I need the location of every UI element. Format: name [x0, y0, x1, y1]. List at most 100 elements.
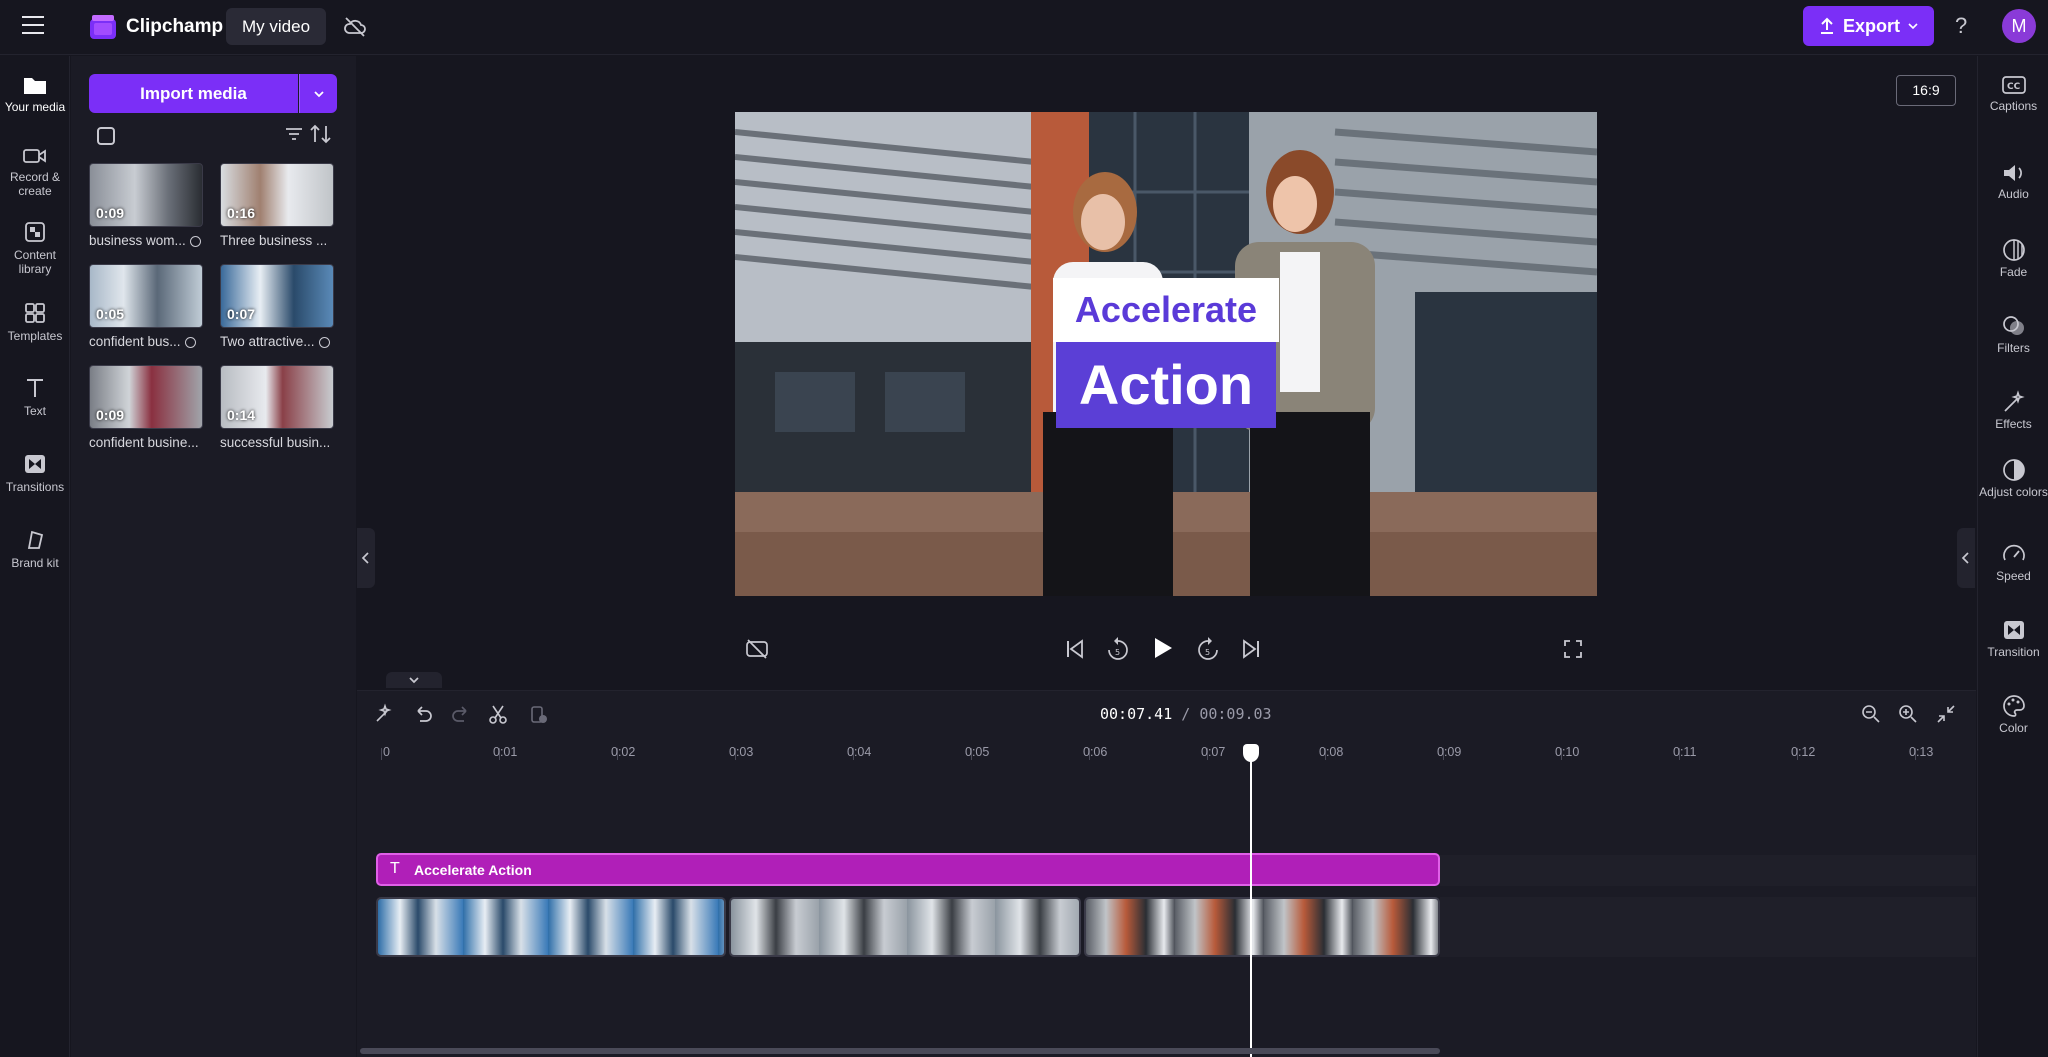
fade-icon [2002, 239, 2025, 261]
media-item-label: Two attractive... [220, 334, 340, 349]
duration-label: 0:09 [96, 407, 125, 423]
fit-timeline-icon[interactable] [1935, 703, 1957, 725]
left-sidebar: Your media Record & create Content libra… [0, 56, 70, 1057]
sidebar-item-label: Brand kit [11, 556, 59, 570]
speaker-icon [2003, 165, 2022, 181]
playhead[interactable] [1250, 748, 1252, 1057]
skip-to-end-icon[interactable] [1240, 638, 1262, 660]
sidebar-item-speed[interactable]: Speed [1978, 542, 2048, 584]
export-button[interactable]: Export [1803, 6, 1934, 46]
rewind-5s-icon[interactable]: 5 [1106, 636, 1130, 662]
sidebar-item-record-create[interactable]: Record & create [0, 146, 70, 198]
effects-icon [2003, 390, 2025, 412]
media-item-label: successful busin... [220, 435, 331, 450]
sidebar-item-adjust-colors[interactable]: Adjust colors [1978, 458, 2048, 500]
skip-to-start-icon[interactable] [1064, 638, 1086, 660]
sidebar-item-audio[interactable]: Audio [1978, 162, 2048, 202]
ruler-label: 0:13 [1909, 745, 1934, 759]
sidebar-item-label: Transition [1987, 645, 2040, 659]
fullscreen-icon[interactable] [1562, 638, 1584, 660]
timeline-scrollbar[interactable] [360, 1048, 1440, 1054]
text-clip-label: Accelerate Action [414, 862, 532, 878]
svg-text:5: 5 [1115, 648, 1120, 657]
media-panel: Import media 0:09 business wom... 0:16 T… [71, 56, 356, 1057]
collapse-left-panel-button[interactable] [357, 528, 375, 588]
video-clip[interactable] [729, 897, 1081, 957]
ruler-label: 0 [383, 745, 390, 759]
zoom-in-icon[interactable] [1897, 703, 1919, 725]
ruler-label: 0:09 [1437, 745, 1462, 759]
text-clip[interactable]: T Accelerate Action [376, 853, 1440, 886]
sidebar-item-label: Audio [1998, 187, 2029, 201]
ruler-label: 0:08 [1319, 745, 1344, 759]
help-icon[interactable]: ? [1955, 13, 1967, 39]
title-overlay[interactable]: Accelerate Action [1053, 278, 1279, 428]
zoom-out-icon[interactable] [1860, 703, 1882, 725]
folder-icon [24, 78, 46, 94]
check-circle-icon [189, 235, 201, 247]
undo-icon[interactable] [412, 703, 434, 725]
project-title[interactable]: My video [226, 8, 327, 45]
video-clip[interactable] [1084, 897, 1440, 957]
delete-icon[interactable] [527, 703, 549, 725]
media-item-name: business wom... [89, 233, 186, 248]
sidebar-item-label: Templates [7, 329, 63, 343]
captions-off-icon[interactable] [745, 638, 769, 660]
sidebar-item-brand-kit[interactable]: Brand kit [0, 528, 70, 570]
chevron-down-icon [409, 677, 419, 684]
media-thumbnail[interactable]: 0:14 [220, 365, 334, 429]
filter-icon[interactable] [285, 126, 303, 142]
right-sidebar: CC Captions Audio Fade Filters Effects A… [1977, 56, 2048, 1057]
media-thumbnail[interactable]: 0:07 [220, 264, 334, 328]
check-circle-icon [318, 336, 330, 348]
playhead-handle[interactable] [1243, 744, 1259, 762]
play-icon[interactable] [1152, 636, 1174, 660]
collapse-right-panel-button[interactable] [1957, 528, 1975, 588]
brand-kit-icon [27, 530, 44, 549]
select-all-checkbox[interactable] [97, 127, 115, 145]
sidebar-item-filters[interactable]: Filters [1978, 314, 2048, 356]
timeline-toggle-button[interactable] [386, 672, 442, 688]
cloud-off-icon[interactable] [342, 14, 368, 40]
sidebar-item-fade[interactable]: Fade [1978, 238, 2048, 280]
sidebar-item-transitions[interactable]: Transitions [0, 452, 70, 494]
import-dropdown-button[interactable] [299, 74, 337, 113]
media-item-label: confident bus... [89, 334, 209, 349]
media-thumbnail[interactable]: 0:16 [220, 163, 334, 227]
sort-icon[interactable] [309, 124, 333, 144]
current-time: 00:07.41 [1100, 705, 1173, 723]
sidebar-item-your-media[interactable]: Your media [0, 66, 70, 126]
forward-5s-icon[interactable]: 5 [1196, 636, 1220, 662]
scissors-icon[interactable] [487, 703, 509, 725]
title-line-1: Accelerate [1053, 278, 1279, 342]
video-clip[interactable] [376, 897, 726, 957]
camera-icon [23, 149, 46, 163]
sidebar-item-effects[interactable]: Effects [1978, 390, 2048, 432]
avatar[interactable]: M [2002, 9, 2036, 43]
sidebar-item-captions[interactable]: CC Captions [1978, 74, 2048, 114]
sidebar-item-label: Record & create [9, 170, 61, 198]
sidebar-item-text[interactable]: Text [0, 376, 70, 418]
media-thumbnail[interactable]: 0:09 [89, 163, 203, 227]
sidebar-item-templates[interactable]: Templates [0, 301, 70, 343]
sidebar-item-color[interactable]: Color [1978, 694, 2048, 736]
ruler-label: 0:11 [1673, 745, 1697, 759]
magic-wand-icon[interactable] [373, 703, 395, 725]
menu-icon[interactable] [22, 16, 44, 36]
aspect-ratio-button[interactable]: 16:9 [1896, 75, 1956, 106]
speed-icon [2002, 544, 2025, 561]
palette-icon [2002, 695, 2025, 717]
ruler-label: 0:07 [1201, 745, 1226, 759]
sidebar-item-transition[interactable]: Transition [1978, 618, 2048, 660]
redo-icon[interactable] [450, 703, 472, 725]
media-thumbnail[interactable]: 0:05 [89, 264, 203, 328]
media-thumbnail[interactable]: 0:09 [89, 365, 203, 429]
sidebar-item-content-library[interactable]: Content library [0, 220, 70, 276]
svg-text:5: 5 [1205, 648, 1210, 657]
import-media-button[interactable]: Import media [89, 74, 298, 113]
sidebar-item-label: Your media [4, 100, 66, 114]
time-readout: 00:07.41 / 00:09.03 [1100, 705, 1272, 723]
media-item-name: confident bus... [89, 334, 181, 349]
transitions-icon [25, 455, 45, 473]
ruler-label: 0:02 [611, 745, 636, 759]
